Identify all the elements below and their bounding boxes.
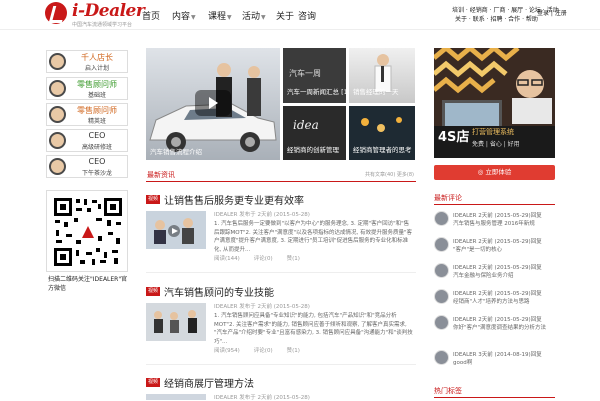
- divider: [146, 272, 416, 273]
- logo-subtitle: 中国汽车流通领域学习平台: [72, 22, 133, 28]
- likes-count[interactable]: 赞(1): [287, 256, 300, 262]
- sidebar-item-sub: 高级研修班: [81, 144, 112, 151]
- article-tag: 视频: [146, 378, 160, 387]
- hero-tile-idea-text: idea: [293, 118, 319, 132]
- nav-item-content[interactable]: 内容▼: [172, 9, 196, 22]
- article-stats: 阅读(954) 评论(0) 赞(1): [214, 346, 300, 354]
- article-excerpt: 1. 汽车销售顾问应具备"专业知识"的能力, 包括汽车"产品知识"和"竞品分析M…: [214, 313, 413, 345]
- sidebar-item-role: 零售顾问师: [77, 80, 117, 89]
- divider: [434, 397, 555, 398]
- chevron-down-icon: ▼: [261, 14, 266, 21]
- avatar-icon: [49, 80, 66, 97]
- news-section-header: 最新资讯 共有文章(40) 更多(8): [146, 166, 416, 182]
- office-image: [146, 303, 206, 341]
- article-thumbnail[interactable]: [146, 394, 206, 400]
- article-tag: 视频: [146, 287, 160, 296]
- comments-count[interactable]: 评论(0): [254, 256, 273, 262]
- views-count: 阅读(954): [214, 348, 240, 354]
- qr-caption: 扫描二维码关注"IDEALER"官方微信: [48, 276, 128, 292]
- qr-code: [46, 190, 128, 272]
- meeting-image: [146, 211, 206, 249]
- ad-title: 4S店: [438, 130, 470, 145]
- news-section-title: 最新资讯: [147, 171, 175, 179]
- avatar: [434, 211, 449, 226]
- avatar-icon: [49, 106, 66, 123]
- likes-count[interactable]: 赞(1): [287, 348, 300, 354]
- sidebar-item-role: 零售顾问师: [77, 106, 117, 115]
- comments-count[interactable]: 评论(0): [254, 348, 273, 354]
- play-icon[interactable]: [195, 90, 231, 116]
- qr-code-icon: [52, 196, 124, 268]
- sidebar-item-role: CEO: [88, 131, 106, 140]
- logo-icon[interactable]: [45, 2, 67, 24]
- avatar: [434, 289, 449, 304]
- article-title[interactable]: 汽车销售顾问的专业技能: [164, 284, 274, 299]
- ad-tagline: 免费 | 省心 | 好用: [472, 141, 520, 148]
- sidebar-item-ceo-salon[interactable]: CEO 下午茶沙龙: [46, 155, 128, 178]
- article-excerpt: 1. 汽车售后服务一定要做到"以客户为中心"的服务理念, 3. 定期"客户回访"…: [214, 221, 413, 253]
- hero-tile-idea[interactable]: idea 经销商的创新管理: [283, 106, 346, 160]
- logo-text[interactable]: i-Dealer: [72, 1, 145, 21]
- hero-tile-manager-caption[interactable]: 销售经理的一天: [353, 86, 399, 96]
- hero-tile-weekly[interactable]: 汽车一周 汽车一周新闻汇总 [10月]: [283, 48, 346, 103]
- ad-banner[interactable]: 4S店 打营管理系统 免费 | 省心 | 好用: [434, 48, 555, 158]
- divider: [434, 204, 555, 205]
- article-stats: 阅读(144) 评论(0) 赞(1): [214, 254, 300, 262]
- hero-tile-weekly-caption[interactable]: 汽车一周新闻汇总 [10月]: [287, 86, 346, 96]
- hero-main-caption[interactable]: 汽车销售流程介绍: [150, 146, 202, 156]
- avatar-icon: [49, 53, 66, 70]
- more-link[interactable]: 更多(8): [397, 172, 414, 178]
- article-title[interactable]: 经销商展厅管理方法: [164, 375, 254, 390]
- nav-item-about[interactable]: 关于: [276, 9, 294, 22]
- sidebar-item-store-manager[interactable]: 千人店长 启入计划: [46, 50, 128, 73]
- sidebar-item-role: CEO: [88, 157, 106, 166]
- chevron-down-icon: ▼: [191, 14, 196, 21]
- sidebar-item-retail-elite[interactable]: 零售顾问师 精英班: [46, 103, 128, 126]
- sidebar-item-sub: 基础班: [87, 92, 106, 99]
- tags-section-title: 热门标签: [434, 387, 462, 395]
- article-title[interactable]: 让销售售后服务更专业更有效率: [164, 192, 304, 207]
- avatar: [434, 350, 449, 365]
- avatar: [434, 315, 449, 330]
- sidebar-item-sub: 精英班: [87, 118, 106, 125]
- avatar-icon: [49, 132, 66, 149]
- hero-tile-idea-caption[interactable]: 经销商的创新管理: [287, 144, 339, 154]
- article-meta: IDEALER 发布于 2天前 (2015-05-28): [214, 304, 310, 310]
- nav-item-home[interactable]: 首页: [142, 9, 160, 22]
- article-tag: 视频: [146, 195, 160, 204]
- avatar: [434, 263, 449, 278]
- sidebar-item-retail-basic[interactable]: 零售顾问师 基础班: [46, 77, 128, 100]
- hero-tile-manager[interactable]: 销售经理的一天: [349, 48, 415, 103]
- article-thumbnail[interactable]: [146, 211, 206, 249]
- hero-tile-bulbs[interactable]: 经销商管理者的思考: [349, 106, 415, 160]
- hero-tile-weekly-text: 汽车一周: [289, 69, 321, 78]
- ad-subtitle: 打营管理系统: [472, 128, 514, 136]
- avatar-icon: [49, 158, 66, 175]
- nav-item-courses[interactable]: 课程▼: [208, 9, 232, 22]
- article-thumbnail[interactable]: [146, 303, 206, 341]
- site-header: i-Dealer 中国汽车流通领域学习平台 首页 内容▼ 课程▼ 活动▼ 关于 …: [0, 0, 600, 30]
- news-section-meta: 共有文章(40) 更多(8): [365, 172, 414, 178]
- hero-tile-bulbs-caption[interactable]: 经销商管理者的思考: [353, 144, 412, 154]
- top-links-row2[interactable]: 关于 · 联系 · 招聘 · 合作 · 帮助: [455, 14, 538, 23]
- views-count: 阅读(144): [214, 256, 240, 262]
- try-now-button[interactable]: ◎ 立即体验: [434, 165, 555, 180]
- comments-section-title: 最新评论: [434, 194, 462, 202]
- divider: [146, 364, 416, 365]
- sidebar-item-ceo-seminar[interactable]: CEO 高级研修班: [46, 129, 128, 152]
- sidebar-item-sub: 启入计划: [84, 65, 109, 72]
- nav-item-consult[interactable]: 咨询: [298, 9, 316, 22]
- login-links[interactable]: 登录 | 注册: [537, 8, 567, 17]
- avatar: [434, 237, 449, 252]
- article-meta: IDEALER 发布于 2天前 (2015-05-28): [214, 212, 310, 218]
- sidebar-item-sub: 下午茶沙龙: [81, 170, 112, 177]
- nav-item-events[interactable]: 活动▼: [242, 9, 266, 22]
- chevron-down-icon: ▼: [227, 14, 232, 21]
- sidebar-item-role: 千人店长: [81, 53, 113, 62]
